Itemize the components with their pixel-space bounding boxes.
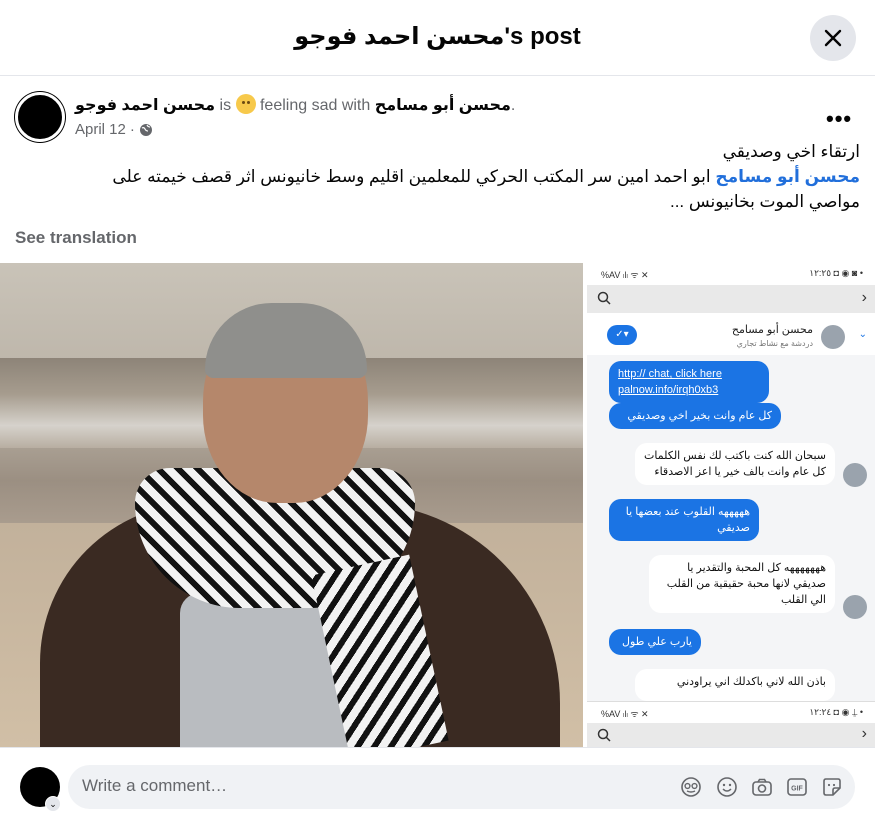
dialog-header: محسن احمد فوجو's post (0, 0, 875, 76)
chat-bubble-text: سبحان الله كنت باكتب لك نفس الكلمات كل ع… (644, 450, 826, 478)
period: . (510, 97, 516, 114)
phone-search-bar-2: › (587, 723, 875, 747)
more-options-icon: ••• (826, 106, 853, 131)
chevron-down-icon: ⌄ (858, 329, 867, 340)
comment-input[interactable] (82, 776, 582, 796)
sad-emoji-icon (235, 94, 256, 114)
post-body: ارتقاء اخي وصديقي محسن أبو مسامح ابو احم… (60, 139, 860, 214)
meta-separator: · (129, 121, 135, 138)
chat-bubble: باذن الله لاني باكدلك اني يراودني (635, 669, 835, 701)
status-left-2: ‎%AV ‎ₗ‎lₗ ‎ᯤ ✕ (601, 709, 649, 719)
contact-avatar-small (843, 463, 867, 487)
post-header: محسن احمد فوجو is feeling sad with محسن … (0, 76, 875, 142)
avatar-sticker-icon[interactable] (680, 776, 702, 798)
phone-status-bar: ‎%AV ‎ₗ‎lₗ ‎ᯤ ✕ ١٢:٢٥ ◘ ◉ ◙ • (587, 263, 875, 285)
contact-name: محسن أبو مسامح (731, 324, 813, 336)
search-icon (597, 291, 611, 305)
status-right-2: ١٢:٢٤ ◘ ◉ ⍊ • (809, 707, 863, 717)
author-name[interactable]: محسن احمد فوجو (75, 97, 215, 114)
chat-bubble-link: http:// chat, click here palnow.info/irq… (609, 361, 769, 403)
chat-bubble: هههههههه كل المحبة والتقدير يا صديقي لان… (649, 555, 835, 613)
photo-chat-screenshot[interactable]: ‎%AV ‎ₗ‎lₗ ‎ᯤ ✕ ١٢:٢٥ ◘ ◉ ◙ • › ✓▾ محسن … (585, 263, 875, 747)
contact-avatar-small (843, 595, 867, 619)
chat-bubble-text: كل عام وانت بخير اخي وصديقي (627, 410, 772, 422)
post-text-line2: محسن أبو مسامح ابو احمد امين سر المكتب ا… (60, 164, 860, 214)
chat-bubble-text: http:// chat, click here palnow.info/irq… (618, 368, 722, 396)
check-badge-icon: ✓▾ (607, 325, 637, 345)
emoji-icon[interactable] (716, 776, 738, 798)
chevron-right-icon: › (861, 289, 867, 306)
is-text: is (219, 97, 232, 114)
mention-link[interactable]: محسن أبو مسامح (715, 167, 860, 186)
camera-icon[interactable] (751, 776, 773, 798)
feeling-text: feeling sad with (259, 97, 371, 114)
more-options-button[interactable]: ••• (826, 106, 852, 132)
post-text-line1: ارتقاء اخي وصديقي (722, 142, 860, 161)
status-left: ‎%AV ‎ₗ‎lₗ ‎ᯤ ✕ (601, 270, 649, 280)
chat-bubble-text: هههههههه كل المحبة والتقدير يا صديقي لان… (666, 562, 826, 606)
post-meta: April 12 · (75, 121, 153, 138)
phone-search-bar: › (587, 285, 875, 313)
chat-bubble: سبحان الله كنت باكتب لك نفس الكلمات كل ع… (635, 443, 835, 485)
contact-subtitle: دردشة مع نشاط تجاري (736, 339, 813, 348)
comment-box[interactable]: GIF (68, 765, 855, 809)
dialog-title: محسن احمد فوجو's post (294, 23, 581, 50)
chat-bubble: هههههه القلوب عند بعضها يا صديقي (609, 499, 759, 541)
globe-icon (139, 123, 152, 136)
sticker-icon[interactable] (821, 776, 843, 798)
chat-bubble-text: يارب علي طول (622, 636, 692, 648)
post-date[interactable]: April 12 (75, 121, 126, 138)
chat-contact-header: ✓▾ محسن أبو مسامح دردشة مع نشاط تجاري ⌄ (587, 313, 875, 355)
contact-avatar (821, 325, 845, 349)
post-media[interactable]: ‎%AV ‎ₗ‎lₗ ‎ᯤ ✕ ١٢:٢٥ ◘ ◉ ◙ • › ✓▾ محسن … (0, 263, 875, 747)
phone-status-bar-2: ‎%AV ‎ₗ‎lₗ ‎ᯤ ✕ ١٢:٢٤ ◘ ◉ ⍊ • (587, 701, 875, 723)
close-icon (824, 29, 842, 47)
chevron-down-icon[interactable]: ⌄ (45, 796, 61, 812)
chat-bubble: يارب علي طول (609, 629, 701, 655)
status-right: ١٢:٢٥ ◘ ◉ ◙ • (809, 268, 863, 278)
post-author-line: محسن احمد فوجو is feeling sad with محسن … (75, 94, 515, 115)
chat-bubble-text: هههههه القلوب عند بعضها يا صديقي (625, 506, 750, 534)
chevron-right-icon: › (861, 725, 867, 742)
search-icon (597, 728, 611, 742)
chat-bubble-text: باذن الله لاني باكدلك اني يراودني (676, 676, 826, 688)
photo-hair (205, 303, 367, 378)
close-button[interactable] (810, 15, 856, 61)
chat-bubble: كل عام وانت بخير اخي وصديقي (609, 403, 781, 429)
tagged-name[interactable]: محسن أبو مسامح (375, 97, 511, 114)
svg-text:GIF: GIF (791, 786, 803, 793)
author-avatar[interactable] (15, 92, 65, 142)
comment-composer: ⌄ GIF (0, 747, 875, 832)
photo-man-at-beach[interactable] (0, 263, 583, 747)
see-translation-link[interactable]: See translation (15, 228, 137, 248)
gif-icon[interactable]: GIF (786, 776, 808, 798)
